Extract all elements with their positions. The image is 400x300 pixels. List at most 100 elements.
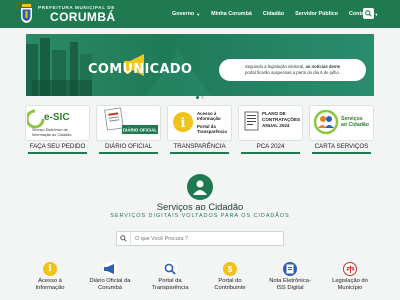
diario-box-title: DIÁRIO OFICIAL bbox=[123, 128, 157, 133]
card-pca-2024[interactable]: PLANO DE CONTRATAÇÕES ANUAL 2024 PCA 202… bbox=[238, 105, 303, 155]
service-portal-transparencia[interactable]: Portal da Transparência bbox=[142, 258, 198, 300]
card-esic-image: e-SIC Serviço Eletrônico de Informação a… bbox=[25, 105, 90, 141]
transp-box-line2: Informação bbox=[197, 116, 221, 121]
people-icon: Serviços ao Cidadão bbox=[313, 109, 369, 135]
info-icon: i bbox=[43, 262, 57, 276]
service-portal-contribuinte[interactable]: $ Portal do Contribuinte bbox=[202, 258, 258, 300]
esic-title: e-SIC bbox=[44, 112, 70, 123]
service-label-line1: Legislação do bbox=[332, 278, 368, 284]
card-underline bbox=[241, 152, 300, 154]
nav-governo-label: Governo bbox=[172, 11, 195, 17]
magnifier-icon bbox=[163, 262, 177, 276]
search-icon bbox=[365, 10, 372, 17]
service-label: Diário Oficial da Corumbá bbox=[82, 278, 138, 292]
header-search-button[interactable] bbox=[363, 8, 374, 19]
service-legislacao[interactable]: Legislação do Município bbox=[322, 258, 378, 300]
service-label: Nota Eletrônica- ISS Digital bbox=[262, 278, 318, 292]
carousel-dot[interactable] bbox=[196, 96, 199, 99]
document-icon bbox=[283, 262, 297, 276]
card-transparencia-image: i Acesso à Informação Portal da Transpar… bbox=[167, 105, 232, 141]
notice-text: Seguindo a legislação eleitoral, bbox=[244, 64, 306, 69]
coat-of-arms-icon bbox=[21, 4, 32, 23]
service-label-line1: Portal da bbox=[158, 278, 182, 284]
chevron-down-icon: ▼ bbox=[374, 11, 379, 17]
service-label-line1: Diário Oficial da bbox=[89, 278, 131, 284]
service-label: Legislação do Município bbox=[322, 278, 378, 292]
card-underline bbox=[99, 152, 158, 154]
quick-links: e-SIC Serviço Eletrônico de Informação a… bbox=[25, 105, 375, 155]
nav-minha-corumba-label: Minha Corumbá bbox=[211, 11, 252, 17]
pca-box-line3: ANUAL 2024 bbox=[262, 123, 290, 128]
nav-cidadao[interactable]: Cidadão bbox=[263, 11, 284, 17]
brand-logo-link[interactable]: PREFEITURA MUNICIPAL DE CORUMBÁ bbox=[21, 3, 134, 25]
service-label-line2: ISS Digital bbox=[276, 285, 304, 291]
card-transparencia-label: TRANSPARÊNCIA bbox=[173, 143, 226, 150]
search-input[interactable] bbox=[131, 235, 281, 242]
card-underline bbox=[312, 152, 371, 154]
service-label-line2: Transparência bbox=[151, 285, 189, 291]
esic-sub1: Serviço Eletrônico de bbox=[32, 128, 68, 132]
card-underline bbox=[28, 152, 87, 154]
search-icon[interactable] bbox=[117, 232, 131, 245]
card-transparencia[interactable]: i Acesso à Informação Portal da Transpar… bbox=[167, 105, 232, 155]
scales-icon bbox=[343, 262, 357, 276]
brand-title: CORUMBÁ bbox=[50, 10, 116, 24]
hero-banner[interactable]: COMUNICADO Seguindo a legislação eleitor… bbox=[26, 34, 374, 96]
services-search bbox=[116, 231, 284, 246]
service-label: Portal do Contribuinte bbox=[202, 278, 258, 292]
card-carta-image: Serviços ao Cidadão bbox=[309, 105, 374, 141]
service-label-line1: Nota Eletrônica- bbox=[269, 278, 311, 284]
service-label-line1: Portal do bbox=[218, 278, 242, 284]
user-icon bbox=[187, 174, 213, 200]
service-label-line2: Município bbox=[337, 285, 363, 291]
nav-servidor-publico-label: Servidor Público bbox=[295, 11, 338, 17]
carousel-indicators bbox=[196, 96, 204, 99]
service-label-line2: Corumbá bbox=[98, 285, 122, 291]
pca-box-line1: PLANO DE bbox=[262, 111, 286, 116]
notice-bold-text: as notícias deste bbox=[305, 64, 341, 69]
card-underline bbox=[170, 152, 229, 154]
banner-notice: Seguindo a legislação eleitoral, as notí… bbox=[219, 59, 366, 81]
esic-logo-icon: e-SIC Serviço Eletrônico de Informação a… bbox=[27, 109, 71, 137]
top-navbar: PREFEITURA MUNICIPAL DE CORUMBÁ Governo ▼… bbox=[0, 0, 400, 28]
card-diario-oficial[interactable]: DIÁRIO OFICIAL DIÁRIO OFICIAL bbox=[96, 105, 161, 155]
main-nav: Governo ▼ Minha Corumbá Cidadão Servidor … bbox=[172, 0, 389, 28]
section-subtitle: SERVIÇOS DIGITAIS VOLTADOS PARA OS CIDAD… bbox=[110, 213, 290, 219]
nav-minha-corumba[interactable]: Minha Corumbá bbox=[211, 11, 252, 17]
service-nota-eletronica[interactable]: Nota Eletrônica- ISS Digital bbox=[262, 258, 318, 300]
card-pca-label: PCA 2024 bbox=[256, 143, 285, 150]
card-carta-label: CARTA SERVIÇOS bbox=[314, 143, 369, 150]
service-label-line1: Acesso à bbox=[38, 278, 62, 284]
service-label: Acesso à Informação bbox=[22, 278, 78, 292]
banner-title: COMUNICADO bbox=[88, 62, 193, 77]
chevron-down-icon: ▼ bbox=[196, 11, 201, 17]
section-title: Serviços ao Cidadão bbox=[156, 201, 244, 212]
service-label-line2: Contribuinte bbox=[214, 285, 246, 291]
notice-text-line2: portal ficarão suspensas a partir do dia… bbox=[244, 69, 341, 75]
services-list: i Acesso à Informação Diário Oficial da Co… bbox=[22, 258, 378, 300]
carousel-dot[interactable] bbox=[201, 96, 204, 99]
card-pca-image: PLANO DE CONTRATAÇÕES ANUAL 2024 bbox=[238, 105, 303, 141]
info-icon: i Acesso à Informação Portal da Transpar… bbox=[173, 111, 227, 134]
page: PREFEITURA MUNICIPAL DE CORUMBÁ Governo ▼… bbox=[0, 0, 400, 300]
transp-box-line4: Transparência bbox=[197, 129, 227, 134]
card-carta-servicos[interactable]: Serviços ao Cidadão CARTA SERVIÇOS bbox=[309, 105, 374, 155]
document-icon: PLANO DE CONTRATAÇÕES ANUAL 2024 bbox=[244, 111, 300, 131]
card-diario-image: DIÁRIO OFICIAL bbox=[96, 105, 161, 141]
pca-box-line2: CONTRATAÇÕES bbox=[262, 116, 300, 122]
card-diario-label: DIÁRIO OFICIAL bbox=[104, 143, 153, 150]
card-esic[interactable]: e-SIC Serviço Eletrônico de Informação a… bbox=[25, 105, 90, 155]
carta-box-line2: ao Cidadão bbox=[341, 122, 369, 128]
megaphone-icon bbox=[103, 262, 117, 276]
service-label: Portal da Transparência bbox=[142, 278, 198, 292]
coin-icon: $ bbox=[223, 262, 237, 276]
card-esic-label: FAÇA SEU PEDIDO bbox=[29, 143, 86, 150]
service-acesso-informacao[interactable]: i Acesso à Informação bbox=[22, 258, 78, 300]
svg-text:i: i bbox=[181, 116, 186, 131]
nav-cidadao-label: Cidadão bbox=[262, 11, 285, 17]
nav-servidor-publico[interactable]: Servidor Público bbox=[295, 11, 338, 17]
newspaper-icon: DIÁRIO OFICIAL bbox=[104, 107, 158, 134]
service-diario-oficial[interactable]: Diário Oficial da Corumbá bbox=[82, 258, 138, 300]
service-label-line2: Informação bbox=[35, 285, 65, 291]
nav-governo[interactable]: Governo ▼ bbox=[172, 11, 200, 17]
